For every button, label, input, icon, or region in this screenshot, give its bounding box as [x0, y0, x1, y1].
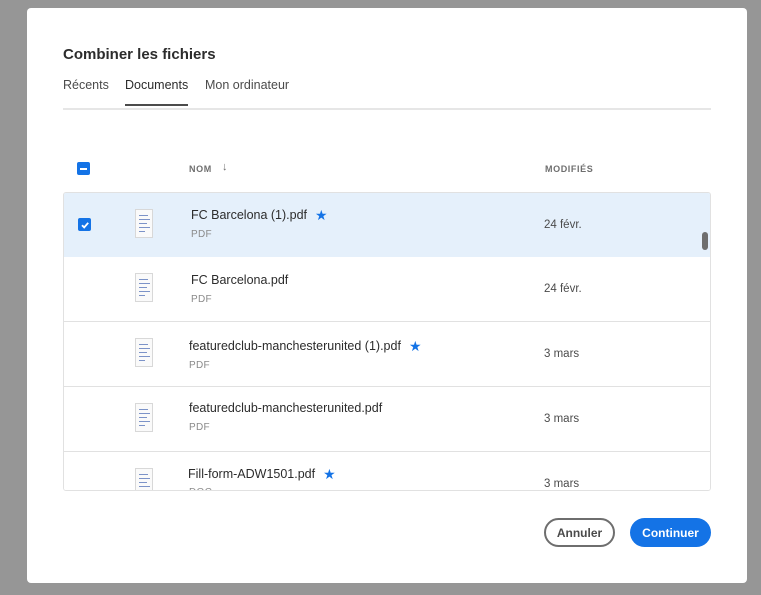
table-row[interactable]: featuredclub-manchesterunited.pdf PDF 3 … — [64, 387, 710, 452]
star-icon[interactable]: ★ — [323, 466, 336, 483]
cancel-button[interactable]: Annuler — [544, 518, 615, 547]
file-type: PDF — [189, 422, 210, 433]
pdf-thumbnail-icon — [135, 403, 153, 432]
file-name[interactable]: FC Barcelona.pdf — [191, 273, 288, 287]
file-type: PDF — [191, 294, 212, 305]
modified-date: 3 mars — [544, 413, 580, 425]
modified-date: 3 mars — [544, 478, 580, 490]
tab-bar: Récents Documents Mon ordinateur — [63, 78, 711, 110]
file-type: PDF — [191, 229, 212, 240]
tab-mon-ordinateur[interactable]: Mon ordinateur — [205, 78, 289, 104]
table-row[interactable]: Fill-form-ADW1501.pdf★ DOC 3 mars — [64, 452, 710, 490]
column-header-modified[interactable]: MODIFIÉS — [545, 164, 593, 174]
pdf-thumbnail-icon — [135, 338, 153, 367]
tab-documents[interactable]: Documents — [125, 78, 189, 106]
pdf-thumbnail-icon — [135, 209, 153, 238]
table-header: NOM ↓ MODIFIÉS — [63, 158, 711, 180]
file-name[interactable]: Fill-form-ADW1501.pdf ★ — [188, 466, 336, 483]
file-type: PDF — [189, 360, 210, 371]
table-row[interactable]: FC Barcelona (1).pdf ★ PDF 24 févr. — [64, 193, 710, 258]
star-icon[interactable]: ★ — [409, 338, 422, 355]
file-name[interactable]: featuredclub-manchesterunited.pdf — [189, 401, 382, 415]
modified-date: 24 févr. — [544, 219, 582, 231]
row-checkbox[interactable] — [78, 218, 91, 231]
file-name[interactable]: FC Barcelona (1).pdf ★ — [191, 207, 328, 224]
pdf-thumbnail-icon — [135, 273, 153, 302]
list-scrollbar[interactable] — [702, 232, 708, 250]
dialog-title: Combiner les fichiers — [63, 46, 216, 63]
table-row[interactable]: FC Barcelona.pdf PDF 24 févr. — [64, 257, 710, 322]
select-all-checkbox[interactable] — [77, 162, 90, 175]
star-icon[interactable]: ★ — [315, 207, 328, 224]
file-type: DOC — [189, 487, 212, 490]
table-row[interactable]: featuredclub-manchesterunited (1).pdf ★ P… — [64, 322, 710, 387]
continue-button[interactable]: Continuer — [630, 518, 711, 547]
column-header-name[interactable]: NOM — [189, 164, 212, 174]
pdf-thumbnail-icon — [135, 468, 153, 490]
tab-recents[interactable]: Récents — [63, 78, 109, 104]
arrow-down-icon[interactable]: ↓ — [222, 161, 228, 173]
modified-date: 3 mars — [544, 348, 580, 360]
file-name[interactable]: featuredclub-manchesterunited (1).pdf ★ — [189, 338, 422, 355]
combine-files-dialog: Combiner les fichiers Récents Documents … — [27, 8, 747, 583]
modified-date: 24 févr. — [544, 283, 582, 295]
file-list[interactable]: FC Barcelona (1).pdf ★ PDF 24 févr. FC Ba… — [63, 192, 711, 491]
